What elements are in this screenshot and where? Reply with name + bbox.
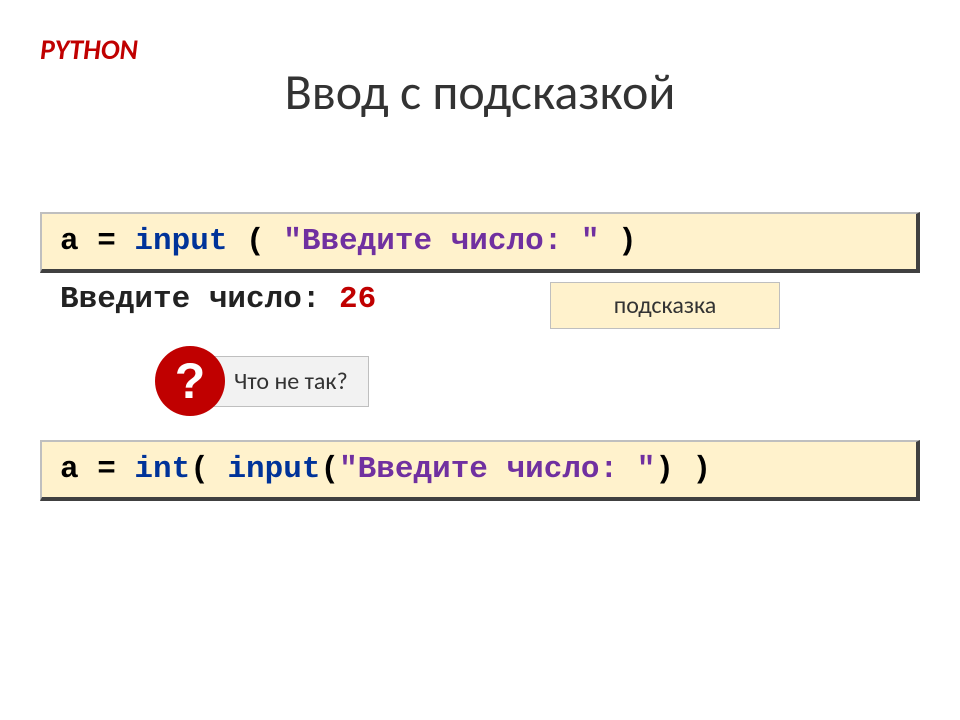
question-text: Что не так? — [207, 356, 369, 407]
question-mark-icon: ? — [155, 346, 225, 416]
output-line: Введите число: 26 — [60, 282, 376, 317]
code-token-keyword: input — [227, 452, 320, 487]
code-token-keyword: input — [134, 224, 227, 259]
code-token-string: "Введите число: " — [283, 224, 599, 259]
code-token: ) ) — [655, 452, 711, 487]
code-token: ( — [190, 452, 227, 487]
question-callout: ? Что не так? — [155, 346, 369, 416]
code-token: ( — [227, 224, 283, 259]
output-prompt: Введите число: — [60, 282, 339, 317]
output-value: 26 — [339, 282, 376, 317]
code-token-keyword: int — [134, 452, 190, 487]
code-token-string: "Введите число: " — [339, 452, 655, 487]
code-token: a = — [60, 224, 134, 259]
code-example-2: a = int( input("Введите число: ") ) — [40, 440, 920, 501]
hint-badge: подсказка — [550, 282, 780, 329]
slide-title: Ввод с подсказкой — [0, 62, 960, 123]
code-token: a = — [60, 452, 134, 487]
code-example-1: a = input ( "Введите число: " ) — [40, 212, 920, 273]
code-token: ) — [600, 224, 637, 259]
code-token: ( — [320, 452, 339, 487]
